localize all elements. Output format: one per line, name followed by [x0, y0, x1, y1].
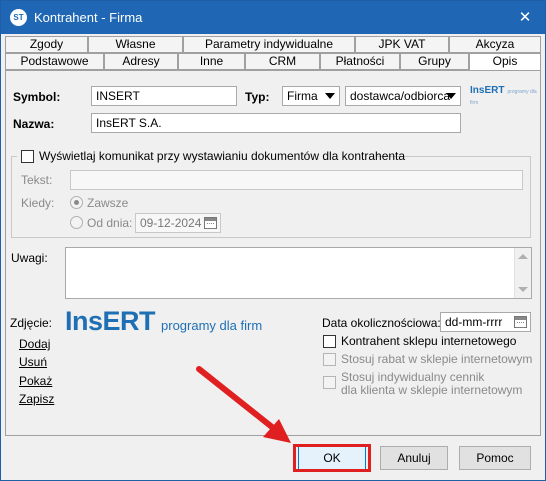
tab-parametry-indywidualne[interactable]: Parametry indywidualne — [183, 36, 355, 53]
tab-zgody[interactable]: Zgody — [5, 36, 88, 53]
uwagi-textarea[interactable] — [65, 247, 532, 299]
pokaz-link[interactable]: Pokaż — [19, 374, 52, 388]
zawsze-label: Zawsze — [87, 196, 129, 210]
company-logo-small: InsERT programy dla firm — [470, 85, 537, 106]
uwagi-scrollbar[interactable] — [514, 248, 531, 298]
calendar-icon[interactable] — [204, 217, 217, 229]
usun-link[interactable]: Usuń — [19, 355, 47, 369]
close-button[interactable]: ✕ — [505, 1, 545, 34]
tab-wlasne[interactable]: Własne — [88, 36, 183, 53]
typ-select-value: Firma — [287, 89, 318, 103]
tab-podstawowe[interactable]: Podstawowe — [5, 53, 104, 70]
window-title: Kontrahent - Firma — [34, 10, 143, 25]
title-bar[interactable]: ST Kontrahent - Firma ✕ — [1, 1, 545, 34]
chevron-down-icon — [446, 93, 456, 99]
tab-akcyza[interactable]: Akcyza — [449, 36, 541, 53]
role-select[interactable]: dostawca/odbiorca — [345, 86, 461, 106]
typ-label: Typ: — [245, 90, 270, 104]
tab-opis[interactable]: Opis — [469, 53, 541, 71]
chevron-down-icon — [325, 93, 335, 99]
od-dnia-date-input[interactable]: 09-12-2024 — [135, 213, 221, 233]
cennik-label-line1: Stosuj indywidualny cennik — [341, 370, 485, 384]
od-dnia-label: Od dnia: — [87, 216, 133, 230]
message-checkbox[interactable] — [21, 150, 34, 163]
data-okolicznosciowa-input[interactable]: dd-mm-rrrr — [440, 312, 531, 332]
cennik-label-line2: dla klienta w sklepie internetowym — [341, 383, 523, 397]
nazwa-input[interactable]: InsERT S.A. — [91, 113, 461, 133]
rabat-checkbox-label: Stosuj rabat w sklepie internetowym — [341, 352, 533, 366]
tab-grupy[interactable]: Grupy — [400, 53, 469, 70]
tekst-label: Tekst: — [21, 173, 53, 187]
zawsze-radio[interactable] — [70, 196, 83, 209]
cancel-button[interactable]: Anuluj — [380, 446, 448, 470]
symbol-input[interactable]: INSERT — [91, 86, 237, 106]
tab-adresy[interactable]: Adresy — [104, 53, 178, 70]
tab-inne[interactable]: Inne — [178, 53, 245, 70]
zapisz-link[interactable]: Zapisz — [19, 392, 54, 406]
kiedy-label: Kiedy: — [21, 196, 55, 210]
pointer-arrow-icon — [196, 366, 291, 443]
cennik-checkbox[interactable] — [323, 376, 336, 389]
dialog-window: ST Kontrahent - Firma ✕ Zgody Własne Par… — [0, 0, 546, 481]
shop-checkbox-label: Kontrahent sklepu internetowego — [341, 334, 517, 348]
app-icon: ST — [10, 9, 27, 26]
company-logo-photo: InsERT programy dla firm — [65, 306, 263, 336]
help-button[interactable]: Pomoc — [459, 446, 531, 470]
tab-crm[interactable]: CRM — [245, 53, 320, 70]
scroll-up-icon[interactable] — [518, 254, 528, 259]
rabat-checkbox[interactable] — [323, 353, 336, 366]
role-select-value: dostawca/odbiorca — [350, 89, 451, 103]
symbol-label: Symbol: — [13, 90, 61, 104]
scroll-down-icon[interactable] — [518, 287, 528, 292]
nazwa-label: Nazwa: — [13, 117, 55, 131]
data-okolicznosciowa-placeholder: dd-mm-rrrr — [445, 315, 503, 329]
highlight-box — [293, 444, 371, 472]
uwagi-label: Uwagi: — [11, 251, 48, 265]
data-okolicznosciowa-label: Data okolicznościowa: — [322, 316, 441, 330]
tab-jpk-vat[interactable]: JPK VAT — [355, 36, 449, 53]
tab-platnosci[interactable]: Płatności — [320, 53, 400, 70]
message-checkbox-label: Wyświetlaj komunikat przy wystawianiu do… — [39, 149, 406, 163]
shop-checkbox[interactable] — [323, 335, 336, 348]
od-dnia-radio[interactable] — [70, 216, 83, 229]
calendar-icon[interactable] — [514, 316, 527, 328]
dodaj-link[interactable]: Dodaj — [19, 337, 50, 351]
tekst-input[interactable] — [70, 170, 523, 190]
zdjecie-label: Zdjęcie: — [10, 316, 53, 330]
typ-select[interactable]: Firma — [282, 86, 340, 106]
od-dnia-date-value: 09-12-2024 — [140, 216, 202, 230]
